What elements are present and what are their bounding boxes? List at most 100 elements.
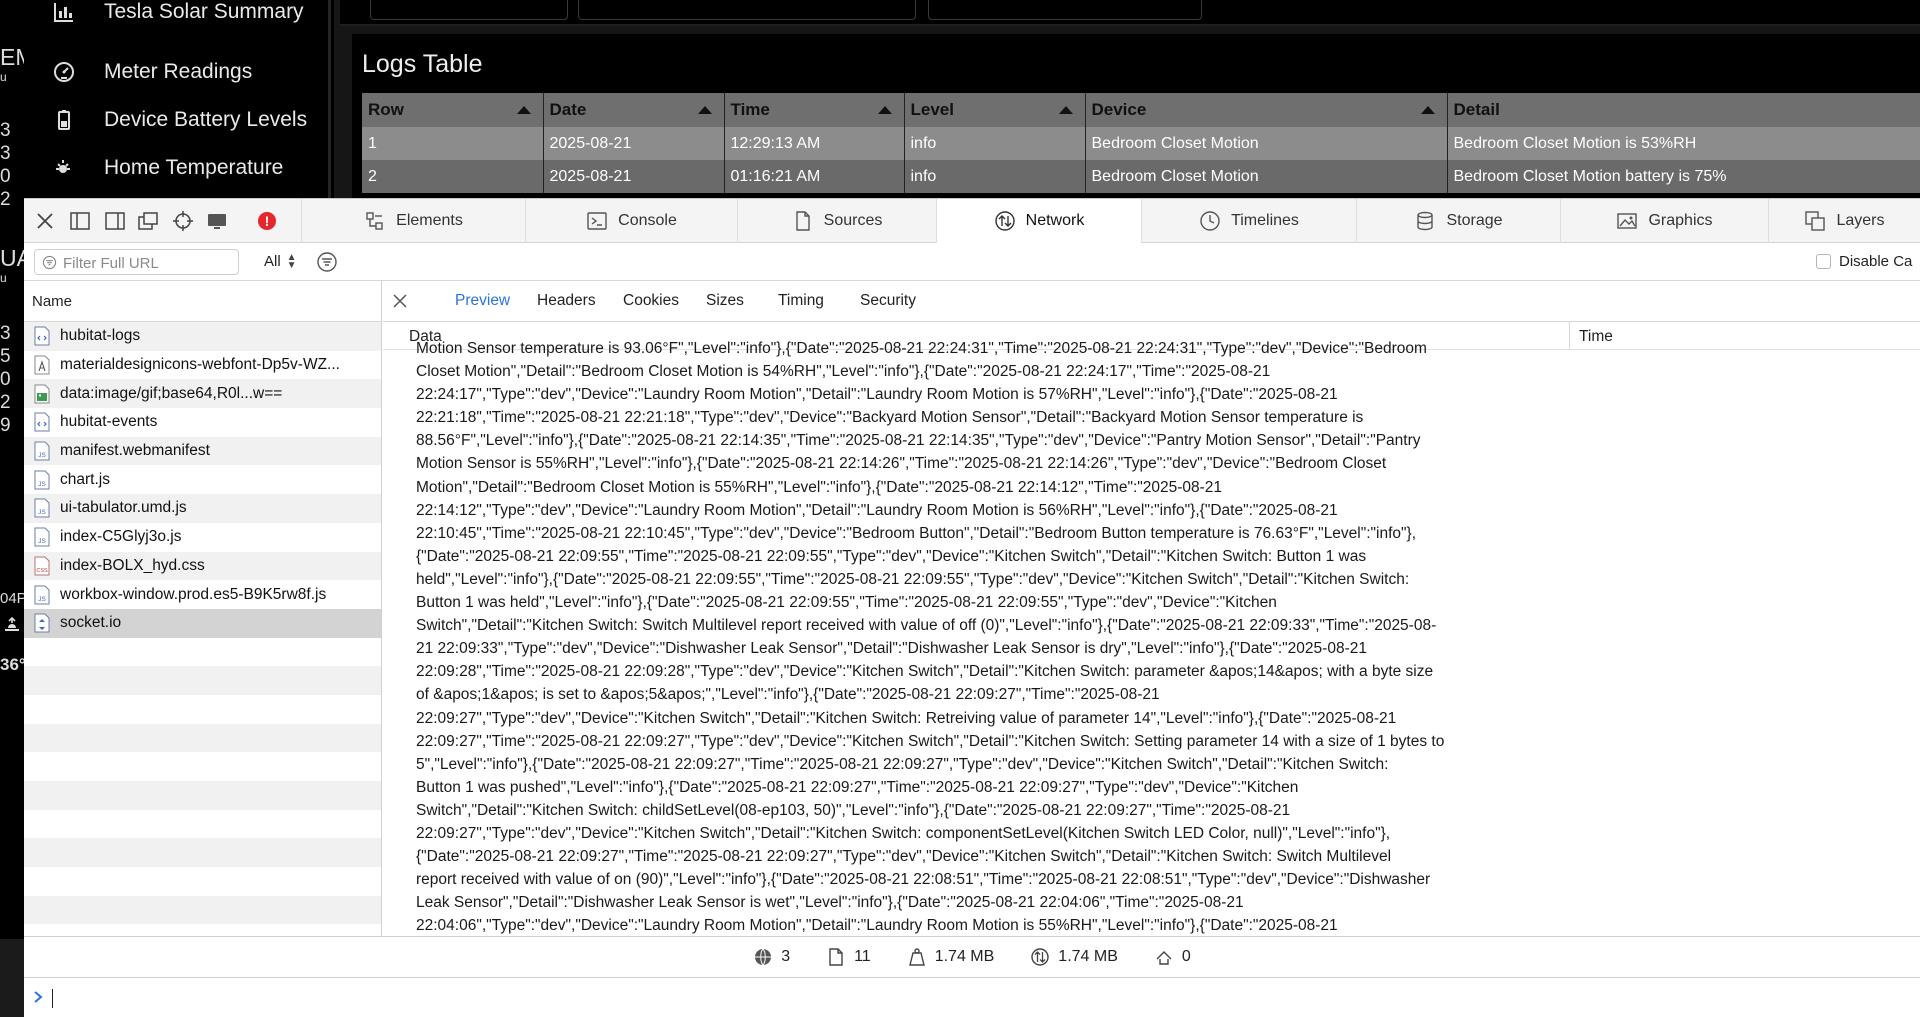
console-prompt-bar[interactable] (24, 977, 1920, 1017)
sort-asc-icon[interactable] (1420, 106, 1435, 114)
message-data[interactable]: Motion Sensor temperature is 93.06°F","L… (416, 337, 1571, 936)
tab-sources[interactable]: Sources (737, 199, 936, 243)
js-file-icon: JS (34, 498, 50, 518)
time-column-header[interactable]: Time (1579, 328, 1613, 346)
tab-storage[interactable]: Storage (1356, 199, 1560, 243)
xhr-file-icon (34, 412, 50, 432)
column-header-device[interactable]: Device (1085, 93, 1448, 127)
xhr-file-icon (34, 326, 50, 346)
edge-text: 9 (0, 415, 11, 436)
table-row[interactable]: 2 2025-08-21 01:16:21 AM info Bedroom Cl… (362, 160, 1920, 193)
document-icon (829, 948, 843, 966)
empty-row (24, 638, 381, 667)
column-header-date[interactable]: Date (543, 93, 725, 127)
top-card-field[interactable] (370, 0, 568, 20)
empty-row (24, 924, 381, 936)
top-card-field[interactable] (928, 0, 1202, 20)
web-inspector: ! Elements Console Sources Network Timel… (24, 198, 1920, 1017)
column-header-level[interactable]: Level (904, 93, 1086, 127)
resource-row-manifest[interactable]: JS manifest.webmanifest (24, 436, 381, 466)
cell-date: 2025-08-21 (543, 160, 725, 193)
resource-row-ui-tabulator[interactable]: JS ui-tabulator.umd.js (24, 494, 381, 523)
tab-graphics[interactable]: Graphics (1560, 199, 1768, 243)
filter-options-icon[interactable] (316, 251, 338, 273)
resource-row-font[interactable]: materialdesignicons-webfont-Dp5v-WZ... (24, 351, 381, 380)
top-card-field[interactable] (578, 0, 916, 20)
sort-asc-icon[interactable] (516, 106, 531, 114)
sidebar-item-tesla-solar-summary[interactable]: Tesla Solar Summary (50, 0, 304, 32)
logs-table-title: Logs Table (362, 50, 483, 78)
sort-asc-icon[interactable] (1058, 106, 1073, 114)
sidebar-item-device-battery-levels[interactable]: Device Battery Levels (50, 100, 307, 140)
name-column-header[interactable]: Name (24, 281, 381, 322)
filter-url-input[interactable] (63, 253, 233, 273)
detail-tab-timing[interactable]: Timing (778, 292, 824, 310)
filter-url-field[interactable] (34, 249, 239, 275)
detail-tab-security[interactable]: Security (860, 292, 916, 310)
detail-tab-headers[interactable]: Headers (537, 292, 596, 310)
stat-value: 1.74 MB (1058, 948, 1118, 965)
dock-bottom-icon[interactable] (69, 210, 91, 232)
resource-row-hubitat-events[interactable]: hubitat-events (24, 408, 381, 437)
svg-text:JS: JS (38, 596, 46, 603)
undock-window-icon[interactable] (137, 210, 159, 232)
column-header-time[interactable]: Time (724, 93, 905, 127)
tab-elements[interactable]: Elements (301, 199, 525, 243)
resource-name: chart.js (60, 470, 110, 488)
sidebar-item-home-temperature[interactable]: Home Temperature (50, 148, 283, 188)
table-row[interactable]: 1 2025-08-21 12:29:13 AM info Bedroom Cl… (362, 127, 1920, 160)
resource-row-image[interactable]: data:image/gif;base64,R0l...w== (24, 379, 381, 409)
data-line: 22:14:12","Type":"dev","Device":"Laundry… (416, 501, 1338, 519)
dashboard-sidebar: Tesla Solar Summary Meter Readings Devic… (24, 0, 331, 215)
column-header-detail[interactable]: Detail (1447, 93, 1920, 127)
tab-network[interactable]: Network (936, 199, 1141, 243)
error-badge-icon[interactable]: ! (256, 210, 278, 232)
resource-row-socket-io[interactable]: socket.io (24, 608, 381, 638)
resource-row-workbox[interactable]: JS workbox-window.prod.es5-B9K5rw8f.js (24, 580, 381, 609)
resource-row-chart-js[interactable]: JS chart.js (24, 465, 381, 494)
hubitat-dashboard: Tesla Solar Summary Meter Readings Devic… (0, 0, 1920, 215)
resource-row-index-js[interactable]: JS index-C5Glyj3o.js (24, 523, 381, 552)
redirect-icon (1156, 951, 1172, 965)
empty-row (24, 752, 381, 781)
network-filter-bar: All ▲▼ Disable Ca (24, 243, 1920, 281)
resource-row-hubitat-logs[interactable]: hubitat-logs (24, 322, 381, 351)
close-icon[interactable] (392, 293, 408, 309)
tab-layers[interactable]: Layers (1768, 199, 1920, 243)
edge-text: u (0, 271, 7, 285)
tab-timelines[interactable]: Timelines (1141, 199, 1356, 243)
dock-right-icon[interactable] (104, 210, 126, 232)
cell-device: Bedroom Closet Motion (1085, 160, 1448, 193)
data-line: Button 1 was pushed","Level":"info"},{"D… (416, 778, 1299, 796)
cell-time: 12:29:13 AM (724, 127, 905, 160)
stat-value: 11 (854, 948, 871, 965)
detail-tab-bar: Preview Headers Cookies Sizes Timing Sec… (383, 281, 1920, 322)
js-file-icon: JS (34, 527, 50, 547)
console-input-caret[interactable] (52, 989, 53, 1008)
resource-row-index-css[interactable]: CSS index-BOLX_hyd.css (24, 551, 381, 581)
detail-tab-sizes[interactable]: Sizes (706, 292, 744, 310)
sort-asc-icon[interactable] (877, 106, 892, 114)
disable-cache-checkbox[interactable]: Disable Ca (1816, 253, 1912, 270)
resource-name: workbox-window.prod.es5-B9K5rw8f.js (60, 585, 327, 603)
device-settings-icon[interactable] (206, 210, 228, 232)
sort-asc-icon[interactable] (697, 106, 712, 114)
column-header-row[interactable]: Row (362, 93, 544, 127)
checkbox-label: Disable Ca (1839, 253, 1913, 270)
data-line: 22:24:17","Type":"dev","Device":"Laundry… (416, 386, 1338, 404)
dashboard-main: Logs Table Row Date Time Level Device De… (334, 0, 1920, 215)
redirects-count: 0 (1154, 947, 1191, 967)
edge-text: 3 (0, 120, 11, 141)
js-file-icon: JS (34, 585, 50, 605)
tab-label: Layers (1836, 212, 1885, 229)
element-picker-icon[interactable] (172, 210, 194, 232)
tab-console[interactable]: Console (525, 199, 737, 243)
stat-value: 0 (1181, 948, 1191, 965)
checkbox[interactable] (1816, 254, 1831, 269)
detail-tab-preview[interactable]: Preview (455, 292, 510, 310)
svg-text:!: ! (265, 213, 270, 229)
close-icon[interactable] (34, 210, 56, 232)
resource-type-select[interactable]: All ▲ ▼ (264, 252, 297, 270)
sidebar-item-meter-readings[interactable]: Meter Readings (50, 52, 252, 92)
detail-tab-cookies[interactable]: Cookies (623, 292, 679, 310)
